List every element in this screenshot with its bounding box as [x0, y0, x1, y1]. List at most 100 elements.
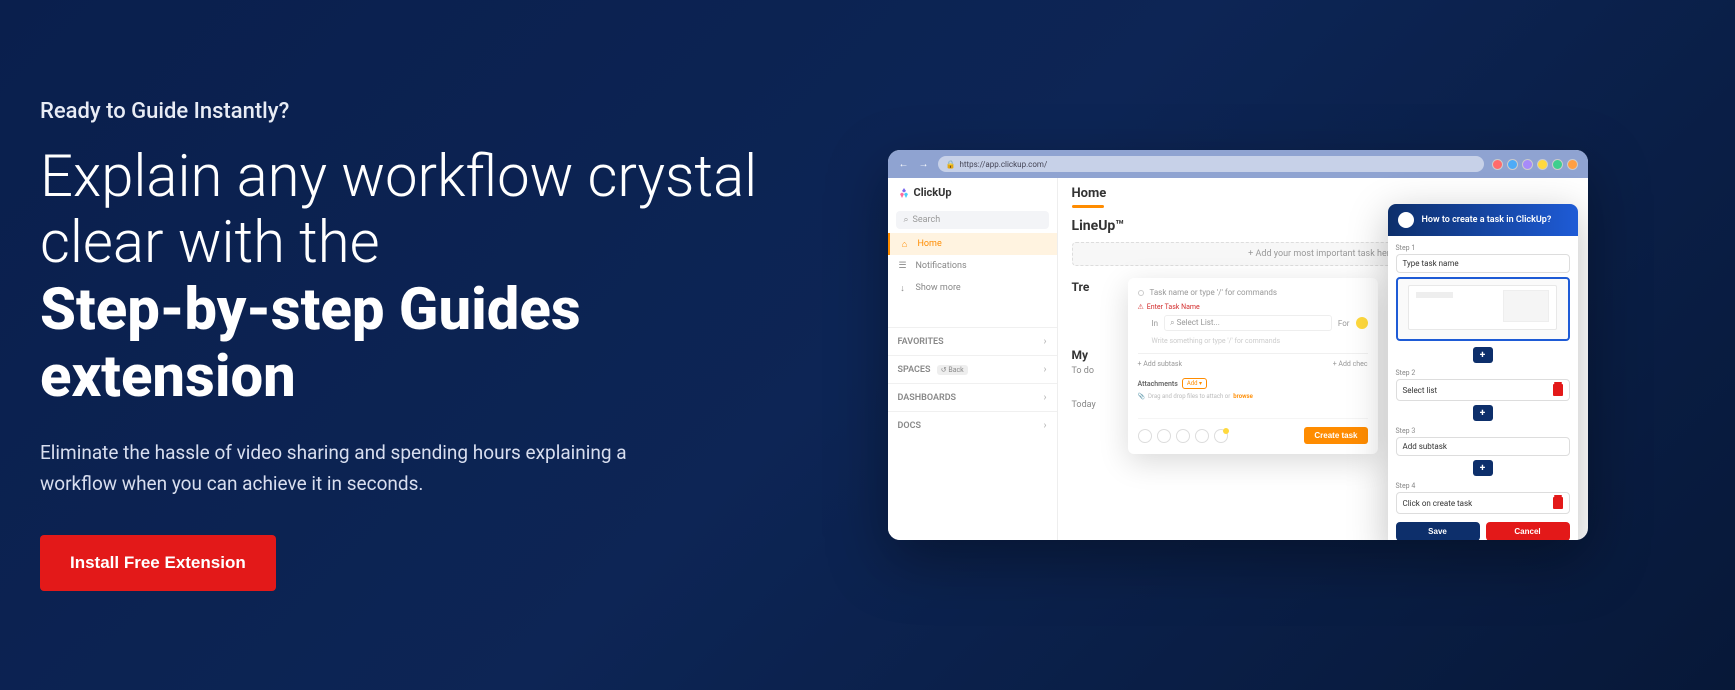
- step-input[interactable]: Select list: [1396, 379, 1570, 401]
- guide-body: Step 1 Type task name + Step 2 Select li…: [1388, 236, 1578, 540]
- section-label: SPACES ↺ Back: [898, 365, 968, 375]
- step-input[interactable]: Type task name: [1396, 254, 1570, 273]
- step-text: Type task name: [1403, 259, 1459, 268]
- guide-header: ◈ How to create a task in ClickUp?: [1388, 204, 1578, 236]
- sidebar-section-spaces[interactable]: SPACES ↺ Back ›: [888, 355, 1057, 383]
- attachments-label: Attachments: [1138, 380, 1178, 388]
- guide-title: How to create a task in ClickUp?: [1422, 215, 1552, 225]
- ext-icon[interactable]: [1492, 159, 1503, 170]
- guide-logo-icon: ◈: [1398, 212, 1414, 228]
- ext-icon[interactable]: [1507, 159, 1518, 170]
- sidebar-section-dashboards[interactable]: DASHBOARDS ›: [888, 383, 1057, 411]
- search-icon: ⌕: [1170, 318, 1174, 327]
- chevron-down-icon: ↓: [898, 283, 908, 293]
- url-text: https://app.clickup.com/: [959, 160, 1047, 169]
- drag-hint: 📎 Drag and drop files to attach or brows…: [1138, 393, 1368, 400]
- bell-icon: ☰: [898, 261, 908, 271]
- description-input[interactable]: Write something or type '/' for commands: [1138, 331, 1368, 353]
- page-title: Home: [1072, 186, 1574, 201]
- ext-icon[interactable]: [1537, 159, 1548, 170]
- add-step-button[interactable]: +: [1473, 347, 1493, 363]
- browse-link[interactable]: browse: [1233, 393, 1253, 400]
- logo-text: ClickUp: [914, 186, 952, 199]
- sidebar-section-favorites[interactable]: FAVORITES ›: [888, 327, 1057, 355]
- trash-icon[interactable]: [1553, 384, 1563, 396]
- status-bullet-icon[interactable]: [1138, 290, 1144, 296]
- tool-icon[interactable]: [1214, 429, 1228, 443]
- sidebar: ClickUp ⌕ Search ⌂ Home ☰ Notifications …: [888, 178, 1058, 540]
- trash-icon[interactable]: [1553, 497, 1563, 509]
- ext-icon[interactable]: [1522, 159, 1533, 170]
- search-icon: ⌕: [904, 215, 909, 225]
- clickup-logo[interactable]: ClickUp: [888, 178, 1057, 207]
- add-step-button[interactable]: +: [1473, 460, 1493, 476]
- step-text: Click on create task: [1403, 499, 1473, 508]
- guide-panel: ◈ How to create a task in ClickUp? Step …: [1388, 204, 1578, 540]
- sidebar-item-show-more[interactable]: ↓ Show more: [888, 277, 1057, 299]
- guide-save-button[interactable]: Save: [1396, 522, 1480, 540]
- back-badge: ↺ Back: [937, 365, 968, 375]
- guide-cancel-button[interactable]: Cancel: [1486, 522, 1570, 540]
- create-task-button[interactable]: Create task: [1304, 427, 1367, 444]
- step-text: Select list: [1403, 386, 1438, 395]
- hero-headline: Explain any workflow crystal clear with …: [40, 144, 780, 411]
- extension-icons: [1492, 159, 1578, 170]
- home-icon: ⌂: [900, 239, 910, 249]
- forward-arrow-icon[interactable]: →: [918, 158, 930, 170]
- step-label: Step 2: [1396, 369, 1570, 377]
- section-label: FAVORITES: [898, 337, 944, 347]
- for-label: For: [1338, 319, 1350, 328]
- tool-icon[interactable]: [1176, 429, 1190, 443]
- chevron-right-icon: ›: [1043, 364, 1046, 375]
- lock-icon: 🔒: [946, 160, 956, 169]
- in-label: In: [1152, 319, 1159, 328]
- add-checklist-button[interactable]: + Add chec: [1333, 360, 1368, 368]
- chevron-right-icon: ›: [1043, 392, 1046, 403]
- step-text: Add subtask: [1403, 442, 1447, 451]
- sidebar-item-label: Home: [918, 239, 942, 249]
- step-label: Step 3: [1396, 427, 1570, 435]
- create-task-modal: Task name or type '/' for commands ⚠ Ent…: [1128, 278, 1378, 454]
- url-input[interactable]: 🔒 https://app.clickup.com/: [938, 156, 1484, 172]
- task-name-row: Task name or type '/' for commands: [1138, 288, 1368, 297]
- clickup-logo-icon: [898, 187, 910, 199]
- step-label: Step 4: [1396, 482, 1570, 490]
- sidebar-item-notifications[interactable]: ☰ Notifications: [888, 255, 1057, 277]
- task-name-warning: ⚠ Enter Task Name: [1138, 303, 1368, 311]
- ext-icon[interactable]: [1552, 159, 1563, 170]
- step-label: Step 1: [1396, 244, 1570, 252]
- add-attachment-button[interactable]: Add ▾: [1182, 378, 1207, 389]
- step-input[interactable]: Add subtask: [1396, 437, 1570, 456]
- step-input[interactable]: Click on create task: [1396, 492, 1570, 514]
- step-thumbnail[interactable]: [1396, 277, 1570, 341]
- search-input[interactable]: ⌕ Search: [896, 211, 1049, 229]
- chevron-right-icon: ›: [1043, 420, 1046, 431]
- select-list-dropdown[interactable]: ⌕ Select List...: [1164, 315, 1332, 331]
- add-subtask-button[interactable]: + Add subtask: [1138, 360, 1183, 368]
- ext-icon[interactable]: [1567, 159, 1578, 170]
- browser-mockup: ← → 🔒 https://app.clickup.com/ ClickUp: [888, 150, 1588, 540]
- sidebar-item-label: Show more: [916, 283, 961, 293]
- search-placeholder: Search: [913, 215, 941, 225]
- hero-eyebrow: Ready to Guide Instantly?: [40, 99, 780, 124]
- title-underline: [1072, 205, 1104, 208]
- sidebar-item-home[interactable]: ⌂ Home: [888, 233, 1057, 255]
- headline-light: Explain any workflow crystal clear with …: [40, 143, 757, 278]
- sidebar-section-docs[interactable]: DOCS ›: [888, 411, 1057, 439]
- task-name-prompt[interactable]: Task name or type '/' for commands: [1150, 288, 1278, 297]
- install-extension-button[interactable]: Install Free Extension: [40, 535, 276, 591]
- chevron-right-icon: ›: [1043, 336, 1046, 347]
- tool-icon[interactable]: [1157, 429, 1171, 443]
- hero-section: Ready to Guide Instantly? Explain any wo…: [40, 99, 780, 592]
- clickup-app: ClickUp ⌕ Search ⌂ Home ☰ Notifications …: [888, 178, 1588, 540]
- back-arrow-icon[interactable]: ←: [898, 158, 910, 170]
- tool-icon[interactable]: [1138, 429, 1152, 443]
- illustration: ← → 🔒 https://app.clickup.com/ ClickUp: [780, 150, 1695, 540]
- assignee-avatar[interactable]: [1356, 317, 1368, 329]
- add-step-button[interactable]: +: [1473, 405, 1493, 421]
- browser-url-bar: ← → 🔒 https://app.clickup.com/: [888, 150, 1588, 178]
- warning-icon: ⚠: [1138, 303, 1144, 311]
- clip-icon: 📎: [1138, 393, 1145, 400]
- section-label: DOCS: [898, 421, 921, 431]
- tool-icon[interactable]: [1195, 429, 1209, 443]
